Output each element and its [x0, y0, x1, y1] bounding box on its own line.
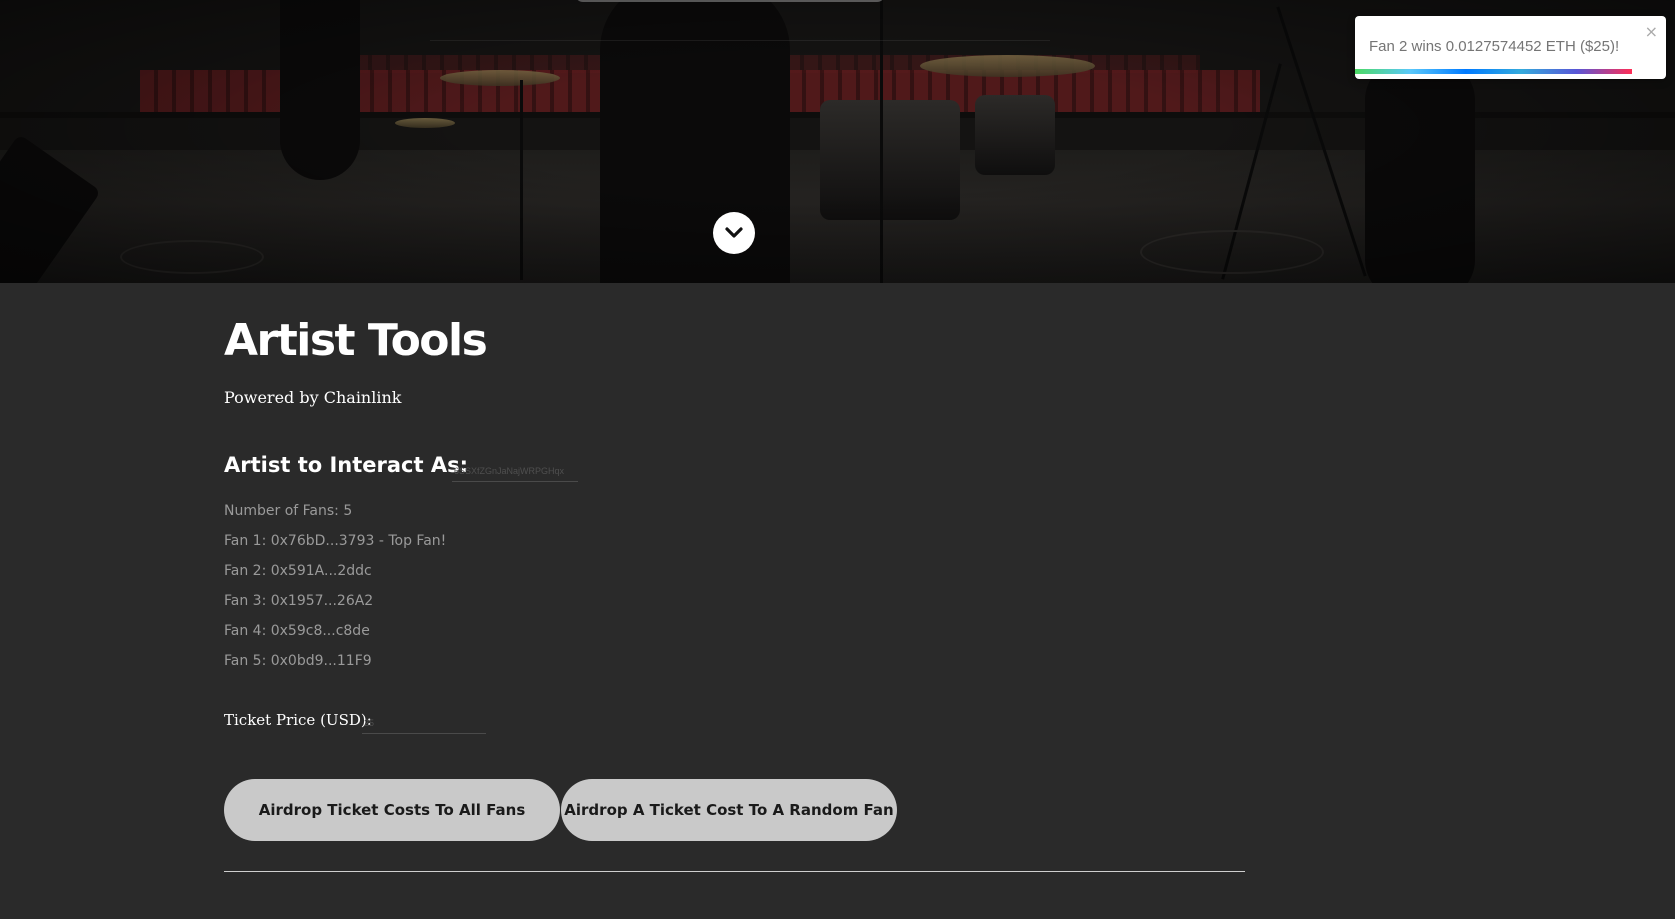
fan-list-item: Fan 1: 0x76bD...3793 - Top Fan!	[224, 533, 447, 549]
toast-notification: Fan 2 wins 0.0127574452 ETH ($25)! ×	[1355, 16, 1666, 79]
fan-list-item: Fan 3: 0x1957...26A2	[224, 593, 374, 609]
scroll-down-button[interactable]	[713, 212, 755, 254]
fan-list-item: Fan 4: 0x59c8...c8de	[224, 623, 370, 639]
page: Fan 2 wins 0.0127574452 ETH ($25)! × Art…	[0, 0, 1675, 919]
ticket-price-input[interactable]	[362, 713, 486, 734]
fan-count: Number of Fans: 5	[224, 503, 353, 519]
fan-list-item: Fan 2: 0x591A...2ddc	[224, 563, 372, 579]
powered-by-label: Powered by Chainlink	[224, 388, 402, 407]
artist-id-input[interactable]	[452, 461, 578, 482]
artist-select-label: Artist to Interact As:	[224, 453, 468, 477]
toast-message: Fan 2 wins 0.0127574452 ETH ($25)!	[1369, 38, 1620, 55]
fan-list-item: Fan 5: 0x0bd9...11F9	[224, 653, 372, 669]
section-divider	[224, 871, 1245, 872]
chevron-down-icon	[725, 227, 743, 238]
ticket-price-label: Ticket Price (USD):	[224, 711, 372, 729]
toast-progress-bar	[1355, 69, 1632, 74]
page-title: Artist Tools	[224, 315, 488, 366]
airdrop-random-fan-button[interactable]: Airdrop A Ticket Cost To A Random Fan	[561, 779, 897, 841]
close-icon[interactable]: ×	[1645, 24, 1658, 40]
airdrop-all-fans-button[interactable]: Airdrop Ticket Costs To All Fans	[224, 779, 560, 841]
